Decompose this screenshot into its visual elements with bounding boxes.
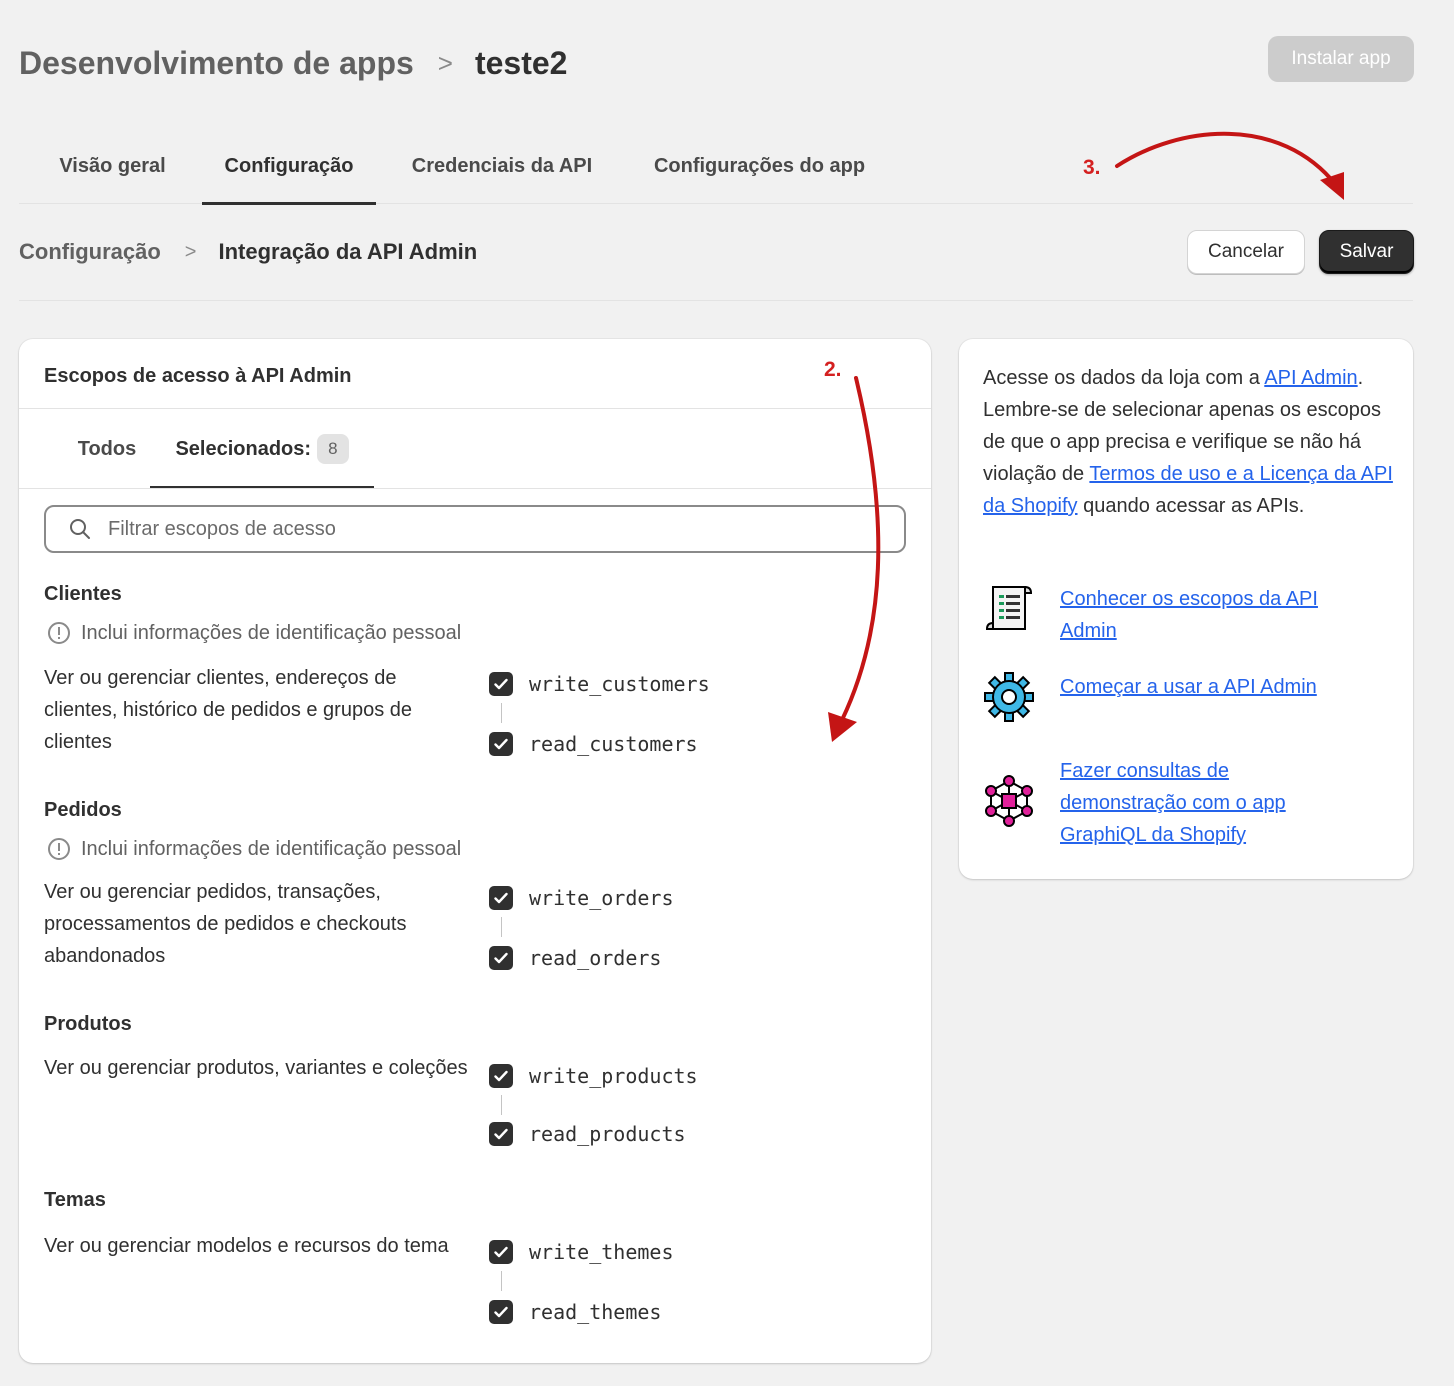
tab-selected-scopes[interactable]: Selecionados: 8 xyxy=(150,409,374,489)
scope-checkbox[interactable] xyxy=(489,1064,513,1088)
divider xyxy=(19,488,931,489)
scope-row-read-customers: read_customers xyxy=(489,732,698,756)
scope-checkbox[interactable] xyxy=(489,1240,513,1264)
graphiql-link[interactable]: Fazer consultas de demonstração com o ap… xyxy=(1060,755,1360,851)
scope-row-read-themes: read_themes xyxy=(489,1300,661,1324)
scroll-document-icon xyxy=(985,585,1033,630)
help-link-item: Conhecer os escopos da API Admin xyxy=(983,583,1360,647)
tab-app-settings[interactable]: Configurações do app xyxy=(629,128,890,204)
divider xyxy=(19,300,1413,301)
group-description: Ver ou gerenciar modelos e recursos do t… xyxy=(44,1235,449,1257)
scope-label: write_themes xyxy=(529,1240,674,1264)
page-title: teste2 xyxy=(474,44,568,81)
scope-checkbox[interactable] xyxy=(489,1122,513,1146)
tab-overview[interactable]: Visão geral xyxy=(37,128,188,204)
annotation-step-3: 3. xyxy=(1083,156,1101,179)
checkmark-icon xyxy=(494,952,508,964)
group-title-themes: Temas xyxy=(44,1189,106,1211)
pii-notice-text: Inclui informações de identificação pess… xyxy=(81,621,462,644)
sub-breadcrumb-parent-link[interactable]: Configuração xyxy=(19,239,161,265)
scope-checkbox[interactable] xyxy=(489,946,513,970)
breadcrumb-separator-icon: > xyxy=(437,47,453,78)
sub-breadcrumb: Configuração > Integração da API Admin xyxy=(19,230,477,274)
group-description: Ver ou gerenciar clientes, endereços de … xyxy=(44,667,413,753)
install-app-button[interactable]: Instalar app xyxy=(1268,36,1414,82)
checkmark-icon xyxy=(494,1306,508,1318)
group-description: Ver ou gerenciar pedidos, transações, pr… xyxy=(44,881,407,967)
checkmark-icon xyxy=(494,738,508,750)
scope-row-write-themes: write_themes xyxy=(489,1240,674,1264)
checkmark-icon xyxy=(494,678,508,690)
breadcrumb-parent-link[interactable]: Desenvolvimento de apps xyxy=(19,45,414,82)
help-intro: Acesse os dados da loja com a API Admin.… xyxy=(983,362,1393,522)
scope-connector xyxy=(501,1271,502,1291)
alert-circle-icon xyxy=(48,838,70,860)
scope-connector xyxy=(501,1095,502,1115)
scope-label: write_products xyxy=(529,1064,698,1088)
scope-connector xyxy=(501,703,502,723)
help-link-item: Começar a usar a API Admin xyxy=(983,671,1360,723)
sub-breadcrumb-separator-icon: > xyxy=(184,240,197,263)
checkmark-icon xyxy=(494,1128,508,1140)
pii-notice: Inclui informações de identificação pess… xyxy=(47,621,461,645)
tab-all-label: Todos xyxy=(77,437,137,460)
api-admin-link[interactable]: API Admin xyxy=(1264,367,1357,389)
scope-row-read-products: read_products xyxy=(489,1122,686,1146)
graph-nodes-icon xyxy=(985,775,1033,827)
gear-icon xyxy=(984,672,1034,722)
main-tabs: Visão geral Configuração Credenciais da … xyxy=(19,128,1413,205)
save-button[interactable]: Salvar xyxy=(1319,230,1414,274)
group-title-products: Produtos xyxy=(44,1013,132,1035)
scope-label: write_orders xyxy=(529,886,674,910)
scope-filter-field[interactable] xyxy=(44,505,906,553)
scope-row-read-orders: read_orders xyxy=(489,946,661,970)
search-icon xyxy=(70,519,90,539)
get-started-link[interactable]: Começar a usar a API Admin xyxy=(1060,671,1360,723)
scopes-card: Escopos de acesso à API Admin Todos Sele… xyxy=(19,339,931,1363)
section-title: Integração da API Admin xyxy=(218,239,478,264)
scope-checkbox[interactable] xyxy=(489,886,513,910)
scope-label: write_customers xyxy=(529,672,710,696)
help-link-item: Fazer consultas de demonstração com o ap… xyxy=(983,755,1360,851)
scope-label: read_orders xyxy=(529,946,662,970)
help-text: Acesse os dados da loja com a xyxy=(983,367,1265,389)
group-title-customers: Clientes xyxy=(44,583,122,605)
scope-label: read_customers xyxy=(529,732,698,756)
help-text: quando acessar as APIs. xyxy=(1077,495,1305,517)
checkmark-icon xyxy=(494,1070,508,1082)
scope-filter-input[interactable] xyxy=(108,517,888,541)
scope-label: read_products xyxy=(529,1122,686,1146)
group-description: Ver ou gerenciar produtos, variantes e c… xyxy=(44,1057,468,1079)
alert-circle-icon xyxy=(48,622,70,644)
scope-row-write-customers: write_customers xyxy=(489,672,710,696)
scope-label: read_themes xyxy=(529,1300,662,1324)
help-card: Acesse os dados da loja com a API Admin.… xyxy=(959,339,1413,879)
selected-count-badge: 8 xyxy=(317,434,349,464)
scope-connector xyxy=(501,917,502,937)
pii-notice-text: Inclui informações de identificação pess… xyxy=(81,837,462,860)
scopes-card-title: Escopos de acesso à API Admin xyxy=(44,365,352,387)
scope-checkbox[interactable] xyxy=(489,732,513,756)
tab-selected-label: Selecionados: xyxy=(175,437,312,460)
annotation-step-2: 2. xyxy=(824,358,842,381)
scope-row-write-orders: write_orders xyxy=(489,886,674,910)
group-title-orders: Pedidos xyxy=(44,799,122,821)
scope-checkbox[interactable] xyxy=(489,672,513,696)
page-breadcrumb: Desenvolvimento de apps > teste2 xyxy=(19,40,567,86)
cancel-button[interactable]: Cancelar xyxy=(1187,230,1305,274)
tab-configuration[interactable]: Configuração xyxy=(202,128,376,205)
checkmark-icon xyxy=(494,892,508,904)
scope-row-write-products: write_products xyxy=(489,1064,698,1088)
learn-scopes-link[interactable]: Conhecer os escopos da API Admin xyxy=(1060,583,1360,647)
scope-checkbox[interactable] xyxy=(489,1300,513,1324)
pii-notice: Inclui informações de identificação pess… xyxy=(47,837,461,861)
checkmark-icon xyxy=(494,1246,508,1258)
tab-api-credentials[interactable]: Credenciais da API xyxy=(389,128,615,204)
